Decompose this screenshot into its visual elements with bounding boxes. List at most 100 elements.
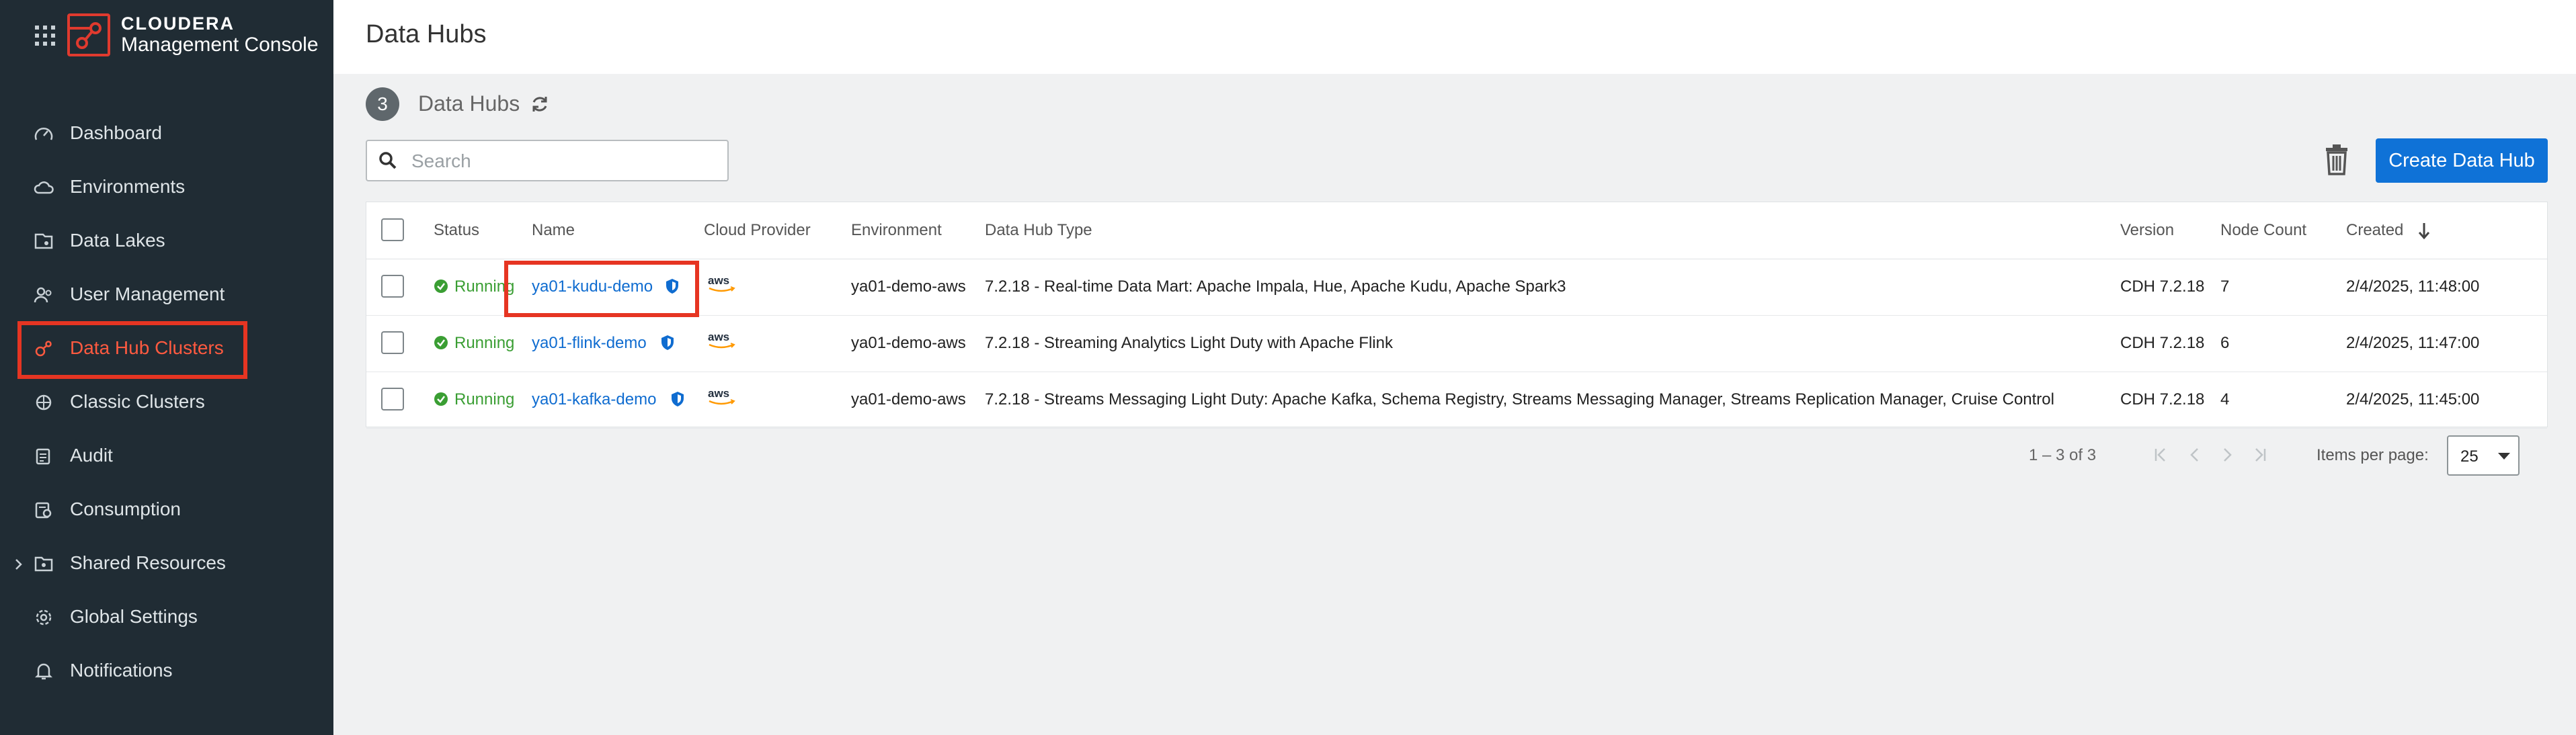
users-icon <box>34 286 54 304</box>
row-checkbox[interactable] <box>381 275 404 298</box>
previous-page-icon[interactable] <box>2185 445 2205 465</box>
check-circle-icon <box>434 335 448 350</box>
row-checkbox[interactable] <box>381 388 404 410</box>
audit-icon <box>34 447 54 465</box>
sidebar-item-classic-clusters[interactable]: Classic Clusters <box>0 375 333 429</box>
version-cell: CDH 7.2.18 <box>2120 390 2205 408</box>
sidebar-nav: Dashboard Environments Data Lakes User M… <box>0 106 333 697</box>
aws-logo-icon: aws <box>707 273 739 295</box>
dashboard-gauge-icon <box>34 125 54 142</box>
chevron-right-icon[interactable] <box>11 555 26 570</box>
cluster-name-link[interactable]: ya01-kafka-demo <box>532 390 656 409</box>
created-cell: 2/4/2025, 11:47:00 <box>2346 334 2480 352</box>
sort-descending-arrow-icon[interactable] <box>2417 221 2431 240</box>
sidebar-item-environments[interactable]: Environments <box>0 160 333 214</box>
sidebar-item-dashboard[interactable]: Dashboard <box>0 106 333 160</box>
version-cell: CDH 7.2.18 <box>2120 277 2205 296</box>
refresh-icon[interactable] <box>530 94 550 114</box>
app-switcher-grid-icon[interactable] <box>35 26 55 46</box>
column-header-node-count[interactable]: Node Count <box>2220 221 2306 240</box>
count-label: Data Hubs <box>418 91 520 116</box>
items-per-page-value: 25 <box>2460 447 2479 466</box>
table-header: Status Name Cloud Provider Environment D… <box>366 202 2547 259</box>
sidebar-item-consumption[interactable]: Consumption <box>0 482 333 536</box>
brand-name: CLOUDERA <box>121 13 235 34</box>
node-count-cell: 7 <box>2220 277 2230 296</box>
sidebar-item-label: Environments <box>70 176 186 197</box>
shield-icon <box>670 390 685 408</box>
sidebar-item-shared-resources[interactable]: Shared Resources <box>0 536 333 590</box>
aws-logo-icon: aws <box>707 330 739 351</box>
count-badge: 3 <box>366 87 399 121</box>
delete-trash-icon[interactable] <box>2322 142 2351 176</box>
sidebar-item-label: Audit <box>70 445 113 466</box>
sidebar-item-notifications[interactable]: Notifications <box>0 644 333 697</box>
table-row[interactable]: Running ya01-flink-demo aws ya01-demo-aw… <box>366 315 2547 372</box>
column-header-name[interactable]: Name <box>532 221 575 240</box>
column-header-version[interactable]: Version <box>2120 221 2174 240</box>
svg-text:aws: aws <box>708 331 729 343</box>
items-per-page-select[interactable]: 25 <box>2447 435 2520 476</box>
gear-icon <box>34 609 54 626</box>
page-header: Data Hubs <box>333 0 2576 74</box>
cloud-icon <box>34 179 54 196</box>
search-input[interactable] <box>410 141 722 181</box>
search-box <box>366 140 729 181</box>
aws-logo-icon: aws <box>707 386 739 408</box>
status-text: Running <box>454 334 515 352</box>
chevron-down-icon <box>2498 453 2510 460</box>
brand-logo[interactable]: CLOUDERA Management Console <box>67 13 319 56</box>
folder-icon <box>34 555 54 572</box>
next-page-icon[interactable] <box>2217 445 2237 465</box>
row-checkbox[interactable] <box>381 331 404 354</box>
status-text: Running <box>454 390 515 408</box>
search-icon <box>378 150 398 171</box>
environment-cell: ya01-demo-aws <box>851 277 966 296</box>
pagination-range: 1 – 3 of 3 <box>2029 446 2097 464</box>
sidebar-item-label: Global Settings <box>70 606 198 627</box>
cluster-name-link[interactable]: ya01-flink-demo <box>532 334 647 353</box>
node-count-cell: 4 <box>2220 390 2230 408</box>
page-title: Data Hubs <box>366 20 487 48</box>
svg-text:aws: aws <box>708 387 729 400</box>
data-hub-type-cell: 7.2.18 - Streaming Analytics Light Duty … <box>985 334 1393 352</box>
shield-icon <box>660 334 675 351</box>
sidebar-item-audit[interactable]: Audit <box>0 429 333 482</box>
environment-cell: ya01-demo-aws <box>851 334 966 352</box>
sidebar-item-label: Dashboard <box>70 122 162 143</box>
active-item-highlight-box <box>17 321 247 379</box>
column-header-cloud-provider[interactable]: Cloud Provider <box>704 221 811 240</box>
environment-cell: ya01-demo-aws <box>851 390 966 408</box>
created-cell: 2/4/2025, 11:48:00 <box>2346 277 2480 296</box>
brand-product: Management Console <box>121 34 319 56</box>
last-page-icon[interactable] <box>2249 445 2269 465</box>
create-data-hub-button[interactable]: Create Data Hub <box>2376 138 2548 183</box>
select-all-checkbox[interactable] <box>381 218 404 241</box>
cloudera-logo-icon <box>67 13 110 56</box>
first-page-icon[interactable] <box>2151 445 2171 465</box>
classic-clusters-icon <box>34 394 54 411</box>
created-cell: 2/4/2025, 11:45:00 <box>2346 390 2480 408</box>
data-hub-type-cell: 7.2.18 - Streams Messaging Light Duty: A… <box>985 390 2054 408</box>
sidebar-item-data-lakes[interactable]: Data Lakes <box>0 214 333 267</box>
items-per-page-label: Items per page: <box>2317 446 2429 464</box>
sidebar: CLOUDERA Management Console Dashboard En… <box>0 0 333 735</box>
svg-text:aws: aws <box>708 274 729 287</box>
sidebar-item-label: Notifications <box>70 660 173 681</box>
sidebar-item-label: Data Lakes <box>70 230 165 251</box>
bell-icon <box>34 662 54 680</box>
sidebar-item-label: User Management <box>70 284 225 304</box>
sidebar-item-user-management[interactable]: User Management <box>0 267 333 321</box>
table-row[interactable]: Running ya01-kafka-demo aws ya01-demo-aw… <box>366 372 2547 429</box>
data-lake-icon <box>34 232 54 250</box>
column-header-data-hub-type[interactable]: Data Hub Type <box>985 221 1092 240</box>
column-header-environment[interactable]: Environment <box>851 221 942 240</box>
sidebar-item-label: Shared Resources <box>70 552 226 573</box>
sidebar-item-global-settings[interactable]: Global Settings <box>0 590 333 644</box>
column-header-status[interactable]: Status <box>434 221 479 240</box>
consumption-icon <box>34 501 54 519</box>
column-header-created[interactable]: Created <box>2346 221 2403 240</box>
data-hub-type-cell: 7.2.18 - Real-time Data Mart: Apache Imp… <box>985 277 1566 296</box>
node-count-cell: 6 <box>2220 334 2230 352</box>
name-highlight-box <box>504 261 699 317</box>
